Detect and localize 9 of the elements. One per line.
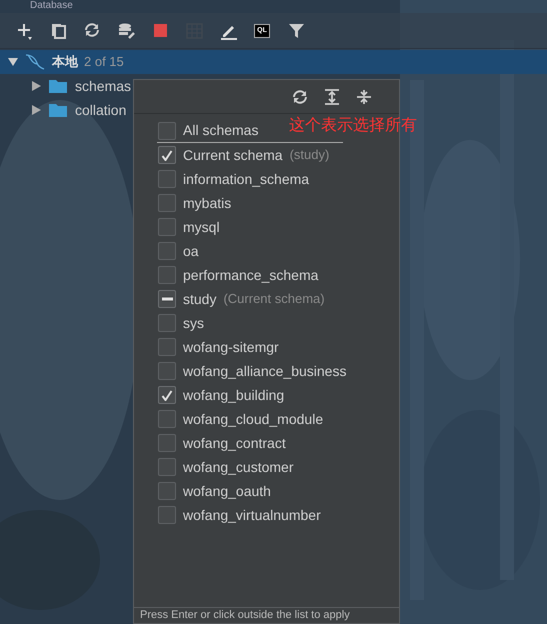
connection-name: 本地	[52, 53, 78, 72]
folder-name: schemas	[75, 76, 132, 96]
annotation-text: 这个表示选择所有	[289, 116, 417, 136]
schema-count: 2 of 15	[84, 53, 124, 72]
folder-name: collation	[75, 100, 126, 120]
hint-text: Press Enter or click outside the list to apply	[140, 608, 351, 623]
schema-note: (study)	[290, 146, 330, 164]
panel-title: Database	[29, 0, 74, 13]
schema-note: (Current schema)	[223, 290, 325, 308]
